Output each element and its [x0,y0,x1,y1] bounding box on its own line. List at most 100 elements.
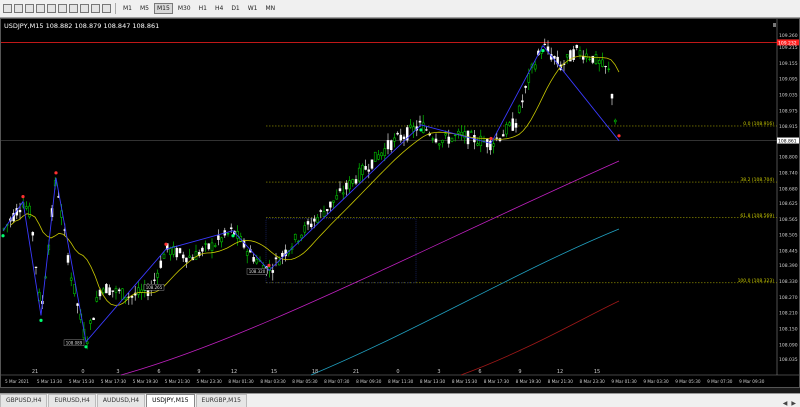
tab-gbpusd-h4[interactable]: GBPUSD,H4 [0,394,48,407]
time-tick-label: 5 Mar 2021 [5,379,29,384]
toolbar-icons [2,4,112,13]
candle-body [325,209,329,212]
candle-body [69,277,73,281]
horizontal-line-icon[interactable] [36,4,45,13]
price-tick-label: 109.035 [779,93,798,99]
tab-audusd-h4[interactable]: AUDUSD,H4 [96,394,146,407]
candle-body [137,287,140,295]
candle-body [495,137,499,139]
time-tick-label: 9 Mar 01:30 [611,379,637,384]
candle-body [25,206,28,209]
candle-body [597,60,601,64]
candle-body [28,205,31,218]
candle-body [380,152,383,157]
candle-body [95,297,99,302]
candle-body [447,136,451,144]
candle-body [316,217,319,223]
fibonacci-icon[interactable] [69,4,78,13]
label-tool-icon[interactable] [91,4,100,13]
tab-eurusd-h4[interactable]: EURUSD,H4 [48,394,96,407]
candle-body [367,169,371,172]
candle-body [188,255,191,258]
timeframe-m30-button[interactable]: M30 [175,3,194,14]
candle-body [89,320,92,324]
candle-body [255,259,259,264]
timeframe-m5-button[interactable]: M5 [137,3,152,14]
timeframe-w1-button[interactable]: W1 [245,3,261,14]
timeframe-h4-button[interactable]: H4 [212,3,226,14]
candle-body [505,124,508,135]
time-tick-label: 9 Mar 09:30 [739,379,765,384]
candle-body [117,289,121,292]
cursor-icon[interactable] [3,4,12,13]
time-tick-label: 9 Mar 03:30 [643,379,669,384]
candle-body [185,257,188,263]
period-marker-label: 0 [396,369,399,375]
tab-usdjpy-m15[interactable]: USDJPY,M15 [146,394,195,407]
fib-level-label: 38.2 (108.704) [740,177,774,183]
period-marker-label: 21 [353,369,359,375]
candle-body [105,284,108,294]
price-tick-label: 109.155 [779,61,798,67]
candle-body [130,295,134,298]
fractal-marker [39,318,43,322]
price-tick-label: 108.740 [779,171,798,177]
candle-body [377,154,380,160]
time-tick-label: 9 Mar 05:30 [675,379,701,384]
timeframe-h1-button[interactable]: H1 [196,3,210,14]
candle-body [245,251,249,256]
timeframe-m1-button[interactable]: M1 [120,3,135,14]
candle-body [399,134,403,141]
period-marker-label: 9 [518,369,521,375]
crosshair-icon[interactable] [14,4,23,13]
trendline-icon[interactable] [47,4,56,13]
period-marker-label: 21 [32,369,38,375]
price-chart[interactable]: 109.260109.215109.155109.095109.035108.9… [1,19,799,387]
shapes-icon[interactable] [102,4,111,13]
candle-body [178,248,182,254]
candle-body [201,247,204,252]
price-tick-label: 108.800 [779,155,798,161]
timeframe-m15-button[interactable]: M15 [154,3,173,14]
time-tick-label: 5 Mar 21:30 [165,379,191,384]
chart-area[interactable]: 109.260 109.215 109.155 109.095 109.035 108.9… [0,18,800,388]
time-tick-label: 9 Mar 07:30 [707,379,733,384]
fractal-marker [489,136,493,141]
candle-body [460,132,463,135]
timeframe-d1-button[interactable]: D1 [228,3,242,14]
chart-toolbar: M1 M5 M15 M30 H1 H4 D1 W1 MN [0,0,800,18]
tab-eurgbp-m15[interactable]: EURGBP,M15 [195,394,247,407]
fractal-marker [267,263,271,267]
candle-body [441,140,444,143]
fractal-marker [21,195,25,199]
candle-body [354,179,358,184]
candle-body [396,132,399,135]
candle-body [389,140,393,150]
candle-body [607,68,611,70]
candle-body [418,120,422,123]
time-tick-label: 5 Mar 15:30 [69,379,95,384]
candle-body [322,211,326,217]
timeframe-mn-button[interactable]: MN [263,3,279,14]
time-tick-label: 8 Mar 09:30 [356,379,382,384]
time-tick-label: 5 Mar 23:30 [197,379,223,384]
vertical-line-icon[interactable] [25,4,34,13]
candle-body [114,288,118,293]
price-tick-label: 108.150 [779,327,798,333]
toolbar-separator [115,3,116,14]
candle-body [156,272,159,278]
time-tick-label: 8 Mar 15:30 [452,379,478,384]
timeframe-selector: M1 M5 M15 M30 H1 H4 D1 W1 MN [119,3,279,14]
text-tool-icon[interactable] [80,4,89,13]
candle-body [373,151,377,162]
candle-body [393,137,396,142]
time-tick-label: 8 Mar 13:30 [420,379,446,384]
candle-body [492,143,495,147]
candle-body [527,73,531,83]
candle-body [469,131,473,133]
price-tick-label: 109.095 [779,77,798,83]
candle-body [85,341,89,344]
candle-body [274,257,278,260]
fractal-marker [1,234,5,238]
channel-icon[interactable] [58,4,67,13]
